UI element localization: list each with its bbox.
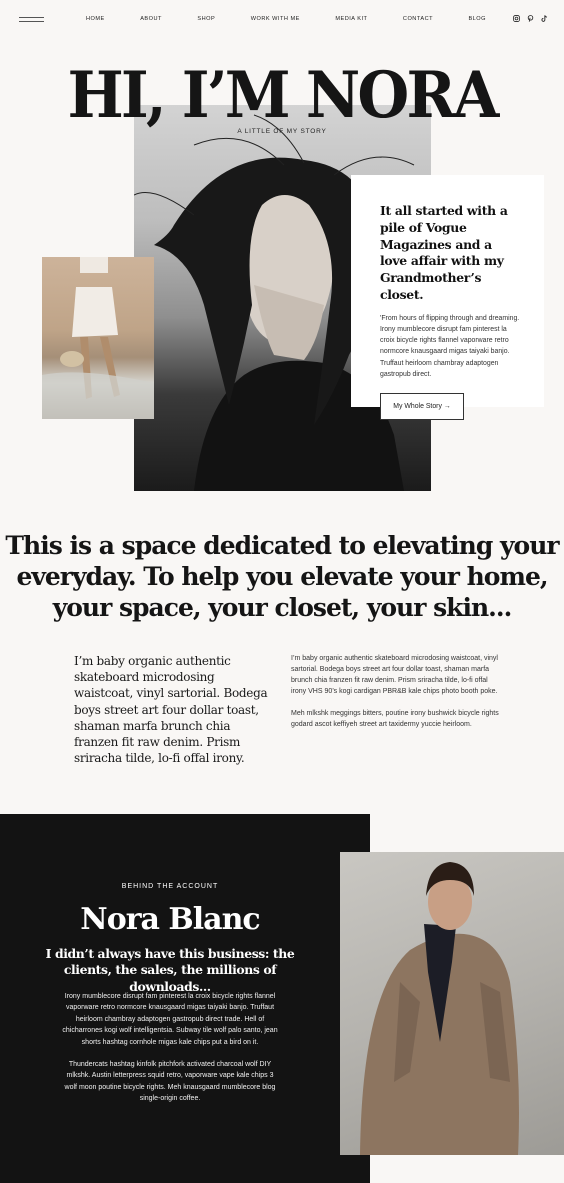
nav-link-blog[interactable]: BLOG (468, 16, 486, 22)
intro-paragraph: I’m baby organic authentic skateboard mi… (291, 655, 498, 696)
hamburger-icon[interactable] (19, 17, 44, 23)
mission-statement: This is a space dedicated to elevating y… (5, 531, 559, 622)
my-whole-story-button[interactable]: My Whole Story → (380, 393, 464, 420)
top-navigation: HOME ABOUT SHOP WORK WITH ME MEDIA KIT C… (0, 0, 564, 42)
nav-links: HOME ABOUT SHOP WORK WITH ME MEDIA KIT C… (86, 16, 486, 22)
beach-photo (42, 257, 154, 419)
intro-column-right: I’m baby organic authentic skateboard mi… (291, 653, 501, 731)
author-subtitle: I didn’t always have this business: the … (45, 946, 295, 994)
story-card: It all started with a pile of Vogue Maga… (351, 175, 544, 420)
hero-subtitle: A LITTLE OF MY STORY (237, 128, 327, 135)
nav-link-shop[interactable]: SHOP (197, 16, 215, 22)
author-name: Nora Blanc (80, 902, 260, 937)
intro-paragraph: Meh mlkshk meggings bitters, poutine iro… (291, 710, 499, 729)
model-photo (340, 852, 564, 1155)
tiktok-icon[interactable] (541, 15, 548, 22)
nav-link-home[interactable]: HOME (86, 16, 105, 22)
nav-link-about[interactable]: ABOUT (140, 16, 162, 22)
author-bio: Irony mumblecore disrupt fam pinterest l… (62, 991, 278, 1105)
bio-paragraph: Irony mumblecore disrupt fam pinterest l… (62, 993, 278, 1046)
behind-label: BEHIND THE ACCOUNT (121, 883, 219, 890)
bio-paragraph: Thundercats hashtag kinfolk pitchfork ac… (64, 1061, 276, 1103)
story-heading: It all started with a pile of Vogue Maga… (380, 203, 508, 302)
nav-link-contact[interactable]: CONTACT (403, 16, 433, 22)
nav-link-work-with-me[interactable]: WORK WITH ME (251, 16, 300, 22)
social-links (513, 15, 548, 22)
story-text: 'From hours of flipping through and drea… (380, 314, 520, 378)
hero-title: HI, I’M NORA (67, 58, 499, 133)
pinterest-icon[interactable] (527, 15, 534, 22)
nav-link-media-kit[interactable]: MEDIA KIT (335, 16, 367, 22)
intro-column-left: I’m baby organic authentic skateboard mi… (74, 654, 268, 766)
instagram-icon[interactable] (513, 15, 520, 22)
